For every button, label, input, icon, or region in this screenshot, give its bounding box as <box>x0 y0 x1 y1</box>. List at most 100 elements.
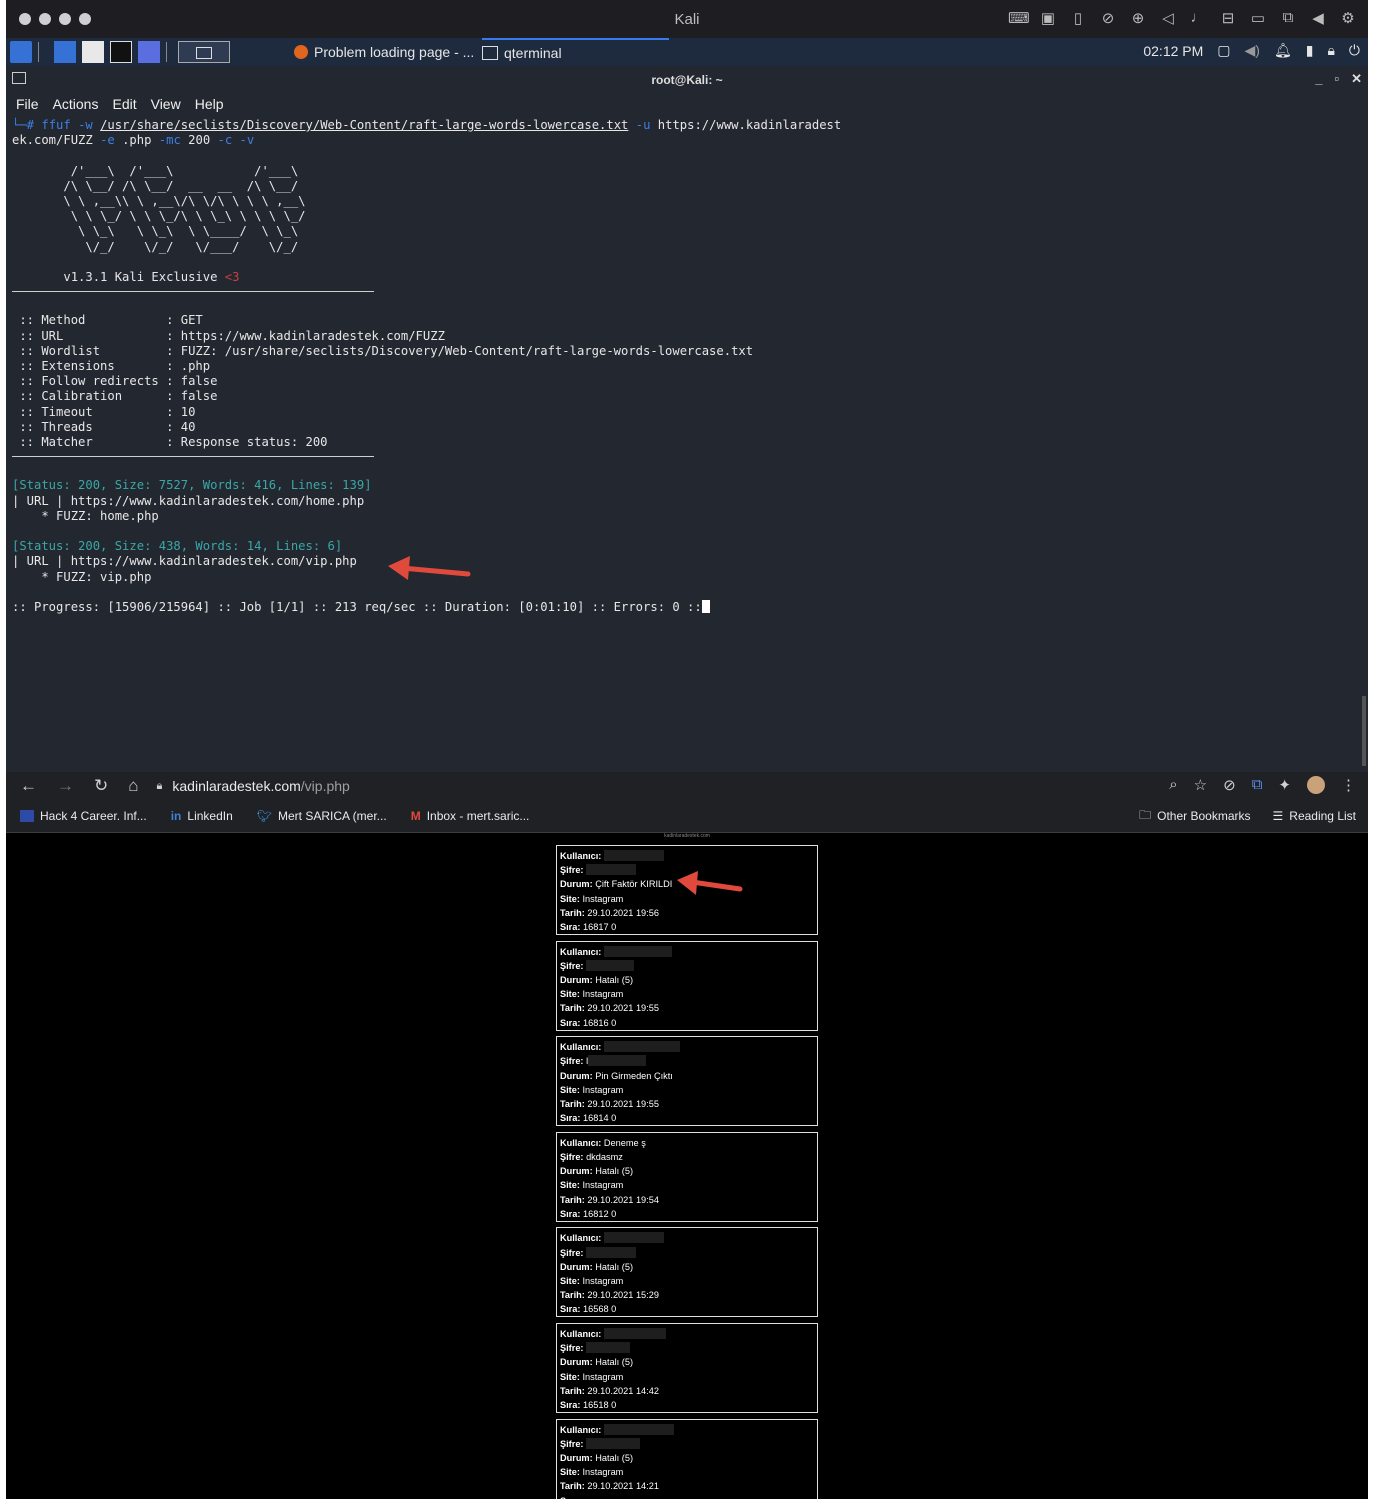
field-value: Hatalı (5) <box>595 1261 634 1272</box>
field-label: Site: <box>560 1467 580 1478</box>
record-card: Kullanıcı: Şifre: Durum: Hatalı (5) Site:… <box>556 1418 818 1499</box>
menu-file[interactable]: File <box>16 96 39 112</box>
record-field-site: Site: Instagram <box>560 1274 814 1288</box>
workspace-switcher[interactable] <box>178 41 230 63</box>
microphone-icon[interactable]: ♩ <box>1188 9 1208 27</box>
power-icon[interactable]: ⏻ <box>1349 42 1360 59</box>
workspace-icon[interactable] <box>54 41 76 63</box>
field-label: Durum: <box>560 975 593 985</box>
minimize-icon[interactable]: _ <box>1315 71 1322 87</box>
terminal-scrollbar[interactable] <box>1362 696 1366 766</box>
bookmark-twitter[interactable]: 🐦︎ Mert SARICA (mer... <box>257 809 387 823</box>
browser-launcher-icon[interactable] <box>138 41 160 63</box>
task-label: qterminal <box>504 45 562 61</box>
redacted-block <box>603 945 672 957</box>
clock[interactable]: 02:12 PM <box>1143 43 1203 59</box>
gear-icon[interactable]: ⚙ <box>1338 9 1358 27</box>
field-value: 16817 0 <box>583 922 617 933</box>
avatar[interactable] <box>1307 776 1325 794</box>
record-field-status: Durum: Hatalı (5) <box>560 1260 814 1274</box>
maximize-icon[interactable]: ▫ <box>1334 71 1339 87</box>
record-field-status: Durum: Pin Girmeden Çıktı <box>560 1069 814 1083</box>
record-field-user: Kullanıcı: <box>560 945 814 959</box>
page-content: kadinlaradestek.com Kullanıcı: Şifre: Du… <box>6 833 1368 1499</box>
record-field-user: Kullanıcı: <box>560 1231 814 1245</box>
forward-icon[interactable]: → <box>57 776 74 796</box>
lock-icon[interactable]: 🔒︎ <box>1327 42 1334 59</box>
back-icon[interactable]: ◀ <box>1308 9 1328 27</box>
record-field-pass: Şifre: <box>560 1437 814 1451</box>
terminal-output[interactable]: └─# ffuf -w /usr/share/seclists/Discover… <box>6 116 1368 617</box>
volume-icon[interactable]: ◀) <box>1245 42 1260 59</box>
field-value: Hatalı (5) <box>595 975 634 985</box>
puzzle-icon[interactable]: ✦ <box>1278 776 1291 794</box>
record-field-date: Tarih: 29.10.2021 19:55 <box>560 1097 814 1111</box>
field-value: 16518 0 <box>583 1400 617 1411</box>
reload-icon[interactable]: ↻ <box>94 776 108 796</box>
keyboard-icon[interactable]: ⌨ <box>1008 9 1030 27</box>
field-value: 29.10.2021 14:42 <box>587 1385 659 1396</box>
record-field-status: Durum: Hatalı (5) <box>560 973 814 987</box>
camera-off-icon[interactable]: ▭ <box>1248 9 1268 27</box>
bookmark-linkedin[interactable]: in LinkedIn <box>171 809 233 823</box>
ascii-banner-line: \ \ \_/ \ \ \_/\ \ \_\ \ \ \ \_/ <box>12 209 350 224</box>
kali-menu-icon[interactable] <box>10 41 32 63</box>
field-label: Durum: <box>560 879 593 890</box>
bell-icon[interactable]: 🔔︎ <box>1274 42 1292 59</box>
other-bookmarks[interactable]: 🗀 Other Bookmarks <box>1139 806 1250 827</box>
home-icon[interactable]: ⌂ <box>128 776 138 796</box>
field-label: Şifre: <box>560 1152 584 1162</box>
field-label: Sıra: <box>560 1017 581 1028</box>
more-icon[interactable]: ⋮ <box>1341 776 1356 794</box>
terminal-icon <box>196 47 212 59</box>
cpu-icon[interactable]: ▣ <box>1038 9 1058 27</box>
address-bar[interactable]: kadinlaradestek.com/vip.php <box>172 778 349 794</box>
field-label: Şifre: <box>560 1343 584 1354</box>
drive-icon[interactable]: ⊟ <box>1218 9 1238 27</box>
zoom-icon[interactable]: ⌕ <box>1169 776 1177 794</box>
reading-list[interactable]: ☰ Reading List <box>1273 806 1356 827</box>
translate-icon[interactable]: ⧉ <box>1252 776 1263 794</box>
menu-help[interactable]: Help <box>195 96 224 112</box>
menu-edit[interactable]: Edit <box>112 96 136 112</box>
bookmark-gmail[interactable]: M Inbox - mert.saric... <box>411 809 530 823</box>
file-manager-icon[interactable] <box>82 41 104 63</box>
bookmark-hack4career[interactable]: Hack 4 Career. Inf... <box>20 809 147 823</box>
target-url-cont: ek.com/FUZZ <box>12 133 93 148</box>
screen-icon[interactable]: ⧉ <box>1278 9 1298 27</box>
version-text: v1.3.1 Kali Exclusive <box>12 270 225 285</box>
speaker-icon[interactable]: ◁ <box>1158 9 1178 27</box>
firefox-icon <box>294 45 308 59</box>
bookmark-label: Reading List <box>1289 809 1356 823</box>
record-field-user: Kullanıcı: <box>560 1423 814 1437</box>
browser-window: ← → ↻ ⌂ 🔒︎ kadinlaradestek.com/vip.php ⌕… <box>6 772 1368 1499</box>
back-icon[interactable]: ← <box>20 776 37 796</box>
field-value: 29.10.2021 15:29 <box>587 1290 659 1301</box>
flag: -v <box>239 133 255 148</box>
display-icon[interactable]: ▢ <box>1217 42 1230 59</box>
usb-icon[interactable]: ▯ <box>1068 9 1088 27</box>
field-label: Tarih: <box>560 1099 585 1109</box>
field-label: Tarih: <box>560 907 585 918</box>
menu-actions[interactable]: Actions <box>53 96 99 112</box>
taskbar-item-firefox[interactable]: Problem loading page - ... <box>294 38 474 66</box>
field-label: Şifre: <box>560 865 584 876</box>
menu-view[interactable]: View <box>151 96 181 112</box>
redacted-block <box>586 1437 641 1449</box>
lock-icon[interactable]: 🔒︎ <box>157 780 163 793</box>
extension-block-icon[interactable]: ⊘ <box>1223 776 1236 794</box>
field-value: 29.10.2021 19:54 <box>587 1194 659 1205</box>
config-line: :: Follow redirects : false <box>12 374 218 389</box>
taskbar-item-qterminal[interactable]: qterminal <box>482 38 669 66</box>
twitter-icon: 🐦︎ <box>256 809 272 823</box>
close-icon[interactable]: ✕ <box>1351 71 1362 87</box>
field-label: Durum: <box>560 1357 593 1368</box>
divider <box>12 456 374 458</box>
task-label: Problem loading page - ... <box>314 44 475 60</box>
star-icon[interactable]: ☆ <box>1194 776 1207 794</box>
battery-icon[interactable]: ▮ <box>1306 42 1314 59</box>
config-line: :: Threads : 40 <box>12 419 196 434</box>
network-icon[interactable]: ⊕ <box>1128 9 1148 27</box>
terminal-launcher-icon[interactable] <box>110 41 132 63</box>
disabled-icon[interactable]: ⊘ <box>1098 9 1118 27</box>
